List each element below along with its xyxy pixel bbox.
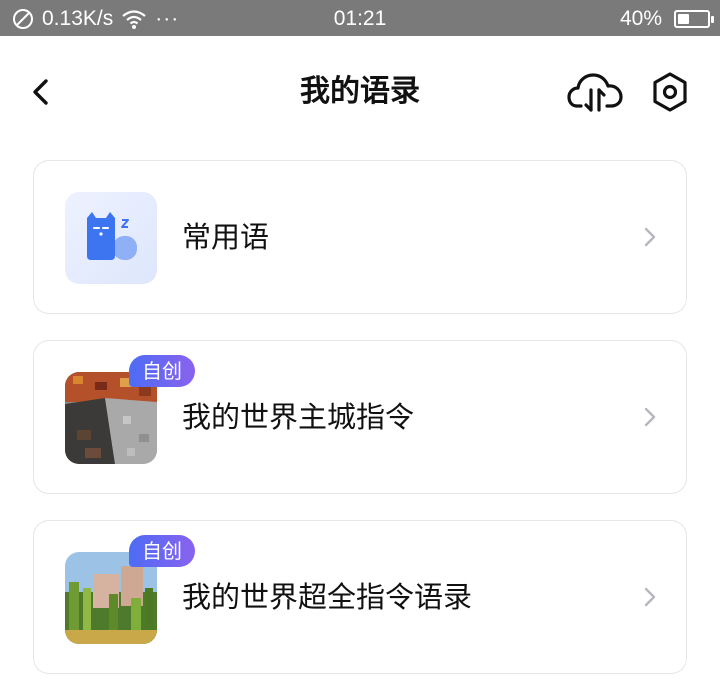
battery-percent: 40% xyxy=(619,7,662,30)
clock: 01:21 xyxy=(333,7,387,30)
chevron-right-icon xyxy=(644,407,656,427)
cat-graphic xyxy=(87,212,137,260)
cloud-sync-button[interactable] xyxy=(566,68,624,116)
chevron-right-icon xyxy=(644,227,656,247)
header: 我的语录 xyxy=(0,36,720,148)
list-item-label: 我的世界超全指令语录 xyxy=(182,580,473,614)
list-item-common-phrases[interactable]: 常用语 xyxy=(33,160,687,314)
chevron-right-icon xyxy=(644,587,656,607)
cloud-sync-icon xyxy=(567,73,623,112)
battery-fill xyxy=(678,14,689,24)
sleeping-cat-icon xyxy=(65,192,157,284)
list-item-label: 常用语 xyxy=(182,220,270,254)
list-item-all-commands[interactable]: 自创 我的世界超全指令语录 xyxy=(33,520,687,674)
settings-button[interactable] xyxy=(648,68,692,116)
status-bar: 0.13K/s ··· 01:21 40% xyxy=(0,0,720,36)
list-item-label: 我的世界主城指令 xyxy=(182,400,415,434)
hexagon-settings-icon xyxy=(653,72,687,112)
battery-icon xyxy=(674,10,714,28)
list-item-main-city-commands[interactable]: 自创 我的世界主城指令 xyxy=(33,340,687,494)
